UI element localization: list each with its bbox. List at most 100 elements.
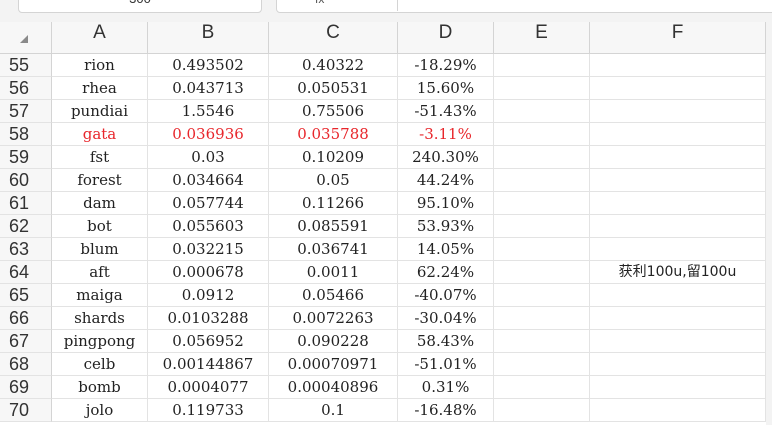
cell-f[interactable] (590, 100, 766, 123)
cell-e[interactable] (494, 399, 590, 422)
cell-e[interactable] (494, 123, 590, 146)
cell-c[interactable]: 0.10209 (269, 146, 398, 169)
cell-c[interactable]: 0.090228 (269, 330, 398, 353)
cell-a[interactable]: fst (52, 146, 148, 169)
cell-a[interactable]: dam (52, 192, 148, 215)
cell-c[interactable]: 0.11266 (269, 192, 398, 215)
cell-c[interactable]: 0.00040896 (269, 376, 398, 399)
cell-b[interactable]: 0.043713 (148, 77, 269, 100)
cell-b[interactable]: 0.057744 (148, 192, 269, 215)
column-header-c[interactable]: C (269, 22, 398, 54)
cell-f[interactable] (590, 215, 766, 238)
cell-c[interactable]: 0.050531 (269, 77, 398, 100)
cell-a[interactable]: maiga (52, 284, 148, 307)
cell-b[interactable]: 0.032215 (148, 238, 269, 261)
row-header[interactable]: 68 (0, 353, 52, 376)
cell-e[interactable] (494, 330, 590, 353)
cell-b[interactable]: 0.000678 (148, 261, 269, 284)
cell-a[interactable]: bot (52, 215, 148, 238)
cell-c[interactable]: 0.05 (269, 169, 398, 192)
cell-a[interactable]: shards (52, 307, 148, 330)
select-all-corner[interactable] (0, 22, 52, 54)
row-header[interactable]: 67 (0, 330, 52, 353)
cell-e[interactable] (494, 77, 590, 100)
cell-e[interactable] (494, 238, 590, 261)
cell-e[interactable] (494, 284, 590, 307)
cell-d[interactable]: -51.43% (398, 100, 494, 123)
cell-f[interactable] (590, 146, 766, 169)
cell-e[interactable] (494, 307, 590, 330)
cell-a[interactable]: rion (52, 54, 148, 77)
cell-a[interactable]: blum (52, 238, 148, 261)
cell-b[interactable]: 0.0103288 (148, 307, 269, 330)
cell-f[interactable] (590, 399, 766, 422)
row-header[interactable]: 70 (0, 399, 52, 422)
cell-f[interactable] (590, 238, 766, 261)
cell-d[interactable]: -40.07% (398, 284, 494, 307)
cell-f[interactable] (590, 353, 766, 376)
cell-d[interactable]: -51.01% (398, 353, 494, 376)
cell-e[interactable] (494, 100, 590, 123)
cell-e[interactable] (494, 169, 590, 192)
cell-a[interactable]: jolo (52, 399, 148, 422)
column-header-b[interactable]: B (148, 22, 269, 54)
cell-a[interactable]: celb (52, 353, 148, 376)
row-header[interactable]: 64 (0, 261, 52, 284)
column-header-a[interactable]: A (52, 22, 148, 54)
cell-f[interactable] (590, 54, 766, 77)
cell-f[interactable] (590, 192, 766, 215)
cell-a[interactable]: forest (52, 169, 148, 192)
row-header[interactable]: 58 (0, 123, 52, 146)
cell-d[interactable]: -16.48% (398, 399, 494, 422)
cell-e[interactable] (494, 215, 590, 238)
cell-d[interactable]: 44.24% (398, 169, 494, 192)
cell-d[interactable]: 53.93% (398, 215, 494, 238)
row-header[interactable]: 61 (0, 192, 52, 215)
cell-d[interactable]: 95.10% (398, 192, 494, 215)
cell-f[interactable]: 获利100u,留100u (590, 261, 766, 284)
column-header-e[interactable]: E (494, 22, 590, 54)
cell-b[interactable]: 0.493502 (148, 54, 269, 77)
cell-d[interactable]: -30.04% (398, 307, 494, 330)
cell-b[interactable]: 0.0912 (148, 284, 269, 307)
row-header[interactable]: 65 (0, 284, 52, 307)
cell-e[interactable] (494, 376, 590, 399)
cell-c[interactable]: 0.40322 (269, 54, 398, 77)
cell-c[interactable]: 0.00070971 (269, 353, 398, 376)
cell-f[interactable] (590, 376, 766, 399)
cell-a[interactable]: gata (52, 123, 148, 146)
cell-e[interactable] (494, 54, 590, 77)
cell-f[interactable] (590, 169, 766, 192)
cell-b[interactable]: 0.056952 (148, 330, 269, 353)
cell-b[interactable]: 0.055603 (148, 215, 269, 238)
cell-a[interactable]: pingpong (52, 330, 148, 353)
cell-d[interactable]: -3.11% (398, 123, 494, 146)
cell-d[interactable]: 0.31% (398, 376, 494, 399)
cell-e[interactable] (494, 192, 590, 215)
cell-d[interactable]: 240.30% (398, 146, 494, 169)
cell-c[interactable]: 0.035788 (269, 123, 398, 146)
vertical-scrollbar[interactable] (766, 22, 772, 425)
cell-e[interactable] (494, 353, 590, 376)
cell-c[interactable]: 0.05466 (269, 284, 398, 307)
cell-b[interactable]: 0.03 (148, 146, 269, 169)
cell-b[interactable]: 0.119733 (148, 399, 269, 422)
cell-b[interactable]: 1.5546 (148, 100, 269, 123)
cell-f[interactable] (590, 77, 766, 100)
row-header[interactable]: 69 (0, 376, 52, 399)
cell-b[interactable]: 0.0004077 (148, 376, 269, 399)
cell-a[interactable]: rhea (52, 77, 148, 100)
cell-d[interactable]: 58.43% (398, 330, 494, 353)
cell-f[interactable] (590, 123, 766, 146)
cell-d[interactable]: 15.60% (398, 77, 494, 100)
row-header[interactable]: 63 (0, 238, 52, 261)
row-header[interactable]: 66 (0, 307, 52, 330)
fx-icon[interactable]: fx (315, 0, 324, 11)
cell-c[interactable]: 0.1 (269, 399, 398, 422)
cell-c[interactable]: 0.0011 (269, 261, 398, 284)
cell-c[interactable]: 0.036741 (269, 238, 398, 261)
row-header[interactable]: 60 (0, 169, 52, 192)
column-header-d[interactable]: D (398, 22, 494, 54)
cell-d[interactable]: 14.05% (398, 238, 494, 261)
row-header[interactable]: 55 (0, 54, 52, 77)
